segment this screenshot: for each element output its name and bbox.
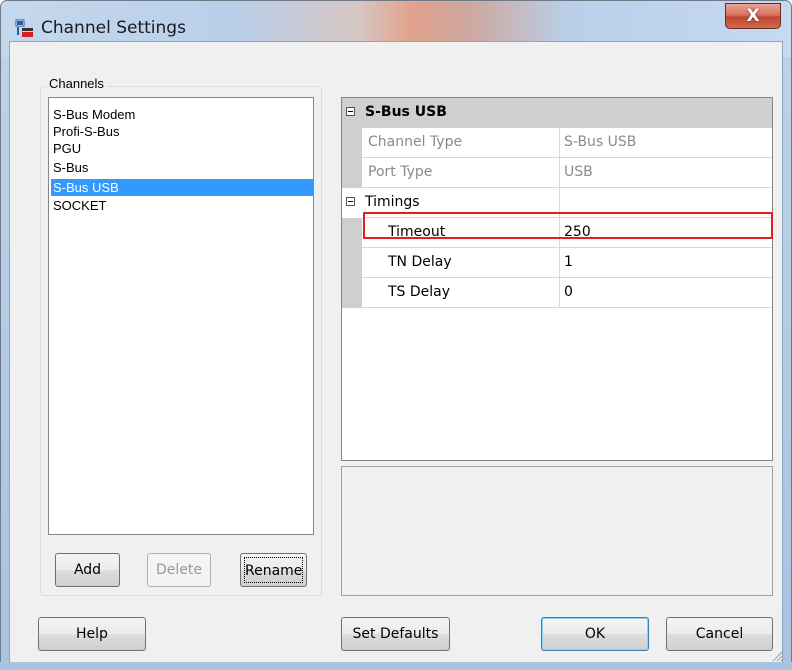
property-value-timeout[interactable]: 250	[564, 218, 591, 247]
window-bottom-frame	[0, 662, 792, 670]
channel-settings-app-icon	[15, 19, 33, 37]
ok-button[interactable]: OK	[541, 617, 649, 651]
channel-list[interactable]: S-Bus Modem Profi-S-Bus PGU S-Bus S-Bus …	[48, 97, 314, 535]
list-item-socket[interactable]: SOCKET	[51, 197, 313, 214]
help-button-label: Help	[76, 626, 108, 642]
property-name-cell: TN Delay	[362, 248, 560, 278]
row-gutter	[342, 278, 362, 308]
property-value-cell	[560, 188, 772, 218]
rename-button[interactable]: Rename	[240, 553, 307, 587]
row-gutter	[342, 158, 362, 188]
cancel-button[interactable]: Cancel	[666, 617, 773, 651]
collapse-icon[interactable]	[346, 107, 355, 116]
property-name-cell: TS Delay	[362, 278, 560, 308]
property-value-cell: USB	[560, 158, 772, 188]
property-row-tn-delay[interactable]: TN Delay 1	[342, 248, 772, 278]
list-item-s-bus-modem[interactable]: S-Bus Modem	[51, 106, 313, 123]
row-gutter	[342, 218, 362, 248]
property-row-channel-type[interactable]: Channel Type S-Bus USB	[342, 128, 772, 158]
property-row-timeout[interactable]: Timeout 250	[342, 218, 772, 248]
property-name-ts-delay: TS Delay	[388, 284, 451, 300]
close-button[interactable]: X	[725, 3, 781, 29]
property-grid[interactable]: S-Bus USB Channel Type S-Bus USB Port Ty…	[341, 97, 773, 461]
help-button[interactable]: Help	[38, 617, 146, 651]
category-label-timings: Timings	[365, 194, 420, 210]
property-name-cell: Timings	[362, 188, 560, 218]
property-name-cell: Port Type	[362, 158, 560, 188]
category-row-s-bus-usb[interactable]: S-Bus USB	[342, 98, 772, 128]
window-title: Channel Settings	[41, 18, 186, 38]
property-row-ts-delay[interactable]: TS Delay 0	[342, 278, 772, 308]
row-gutter	[342, 128, 362, 158]
list-item-s-bus-usb[interactable]: S-Bus USB	[51, 179, 313, 196]
delete-button-label: Delete	[156, 562, 202, 578]
category-label-s-bus-usb: S-Bus USB	[365, 104, 447, 120]
property-value-cell[interactable]: 250	[560, 218, 772, 248]
add-button[interactable]: Add	[55, 553, 120, 587]
set-defaults-button[interactable]: Set Defaults	[341, 617, 450, 651]
property-name-cell: Timeout	[362, 218, 560, 248]
collapse-icon[interactable]	[346, 197, 355, 206]
property-value-cell: S-Bus USB	[560, 128, 772, 158]
delete-button[interactable]: Delete	[147, 553, 211, 587]
property-name-timeout: Timeout	[388, 224, 446, 240]
set-defaults-button-label: Set Defaults	[352, 626, 439, 642]
property-row-port-type[interactable]: Port Type USB	[342, 158, 772, 188]
category-row-timings[interactable]: Timings	[342, 188, 772, 218]
rename-button-label: Rename	[244, 557, 303, 583]
list-item-pgu[interactable]: PGU	[51, 140, 313, 157]
property-value-port-type: USB	[564, 164, 593, 180]
property-name-tn-delay: TN Delay	[388, 254, 452, 270]
property-value-ts-delay[interactable]: 0	[564, 278, 573, 307]
property-description-pane	[341, 466, 773, 596]
channels-group-label: Channels	[46, 76, 107, 91]
property-name-channel-type: Channel Type	[368, 134, 463, 150]
property-value-channel-type: S-Bus USB	[564, 134, 637, 150]
property-name-port-type: Port Type	[368, 164, 433, 180]
add-button-label: Add	[73, 562, 102, 578]
ok-button-label: OK	[584, 626, 606, 642]
resize-grip-icon[interactable]	[770, 648, 784, 662]
row-gutter	[342, 248, 362, 278]
close-icon: X	[746, 6, 760, 26]
property-value-cell[interactable]: 1	[560, 248, 772, 278]
property-name-cell: Channel Type	[362, 128, 560, 158]
cancel-button-label: Cancel	[695, 626, 744, 642]
list-item-profi-s-bus[interactable]: Profi-S-Bus	[51, 123, 313, 140]
list-item-s-bus[interactable]: S-Bus	[51, 159, 313, 176]
property-value-cell[interactable]: 0	[560, 278, 772, 308]
property-value-tn-delay[interactable]: 1	[564, 248, 573, 277]
